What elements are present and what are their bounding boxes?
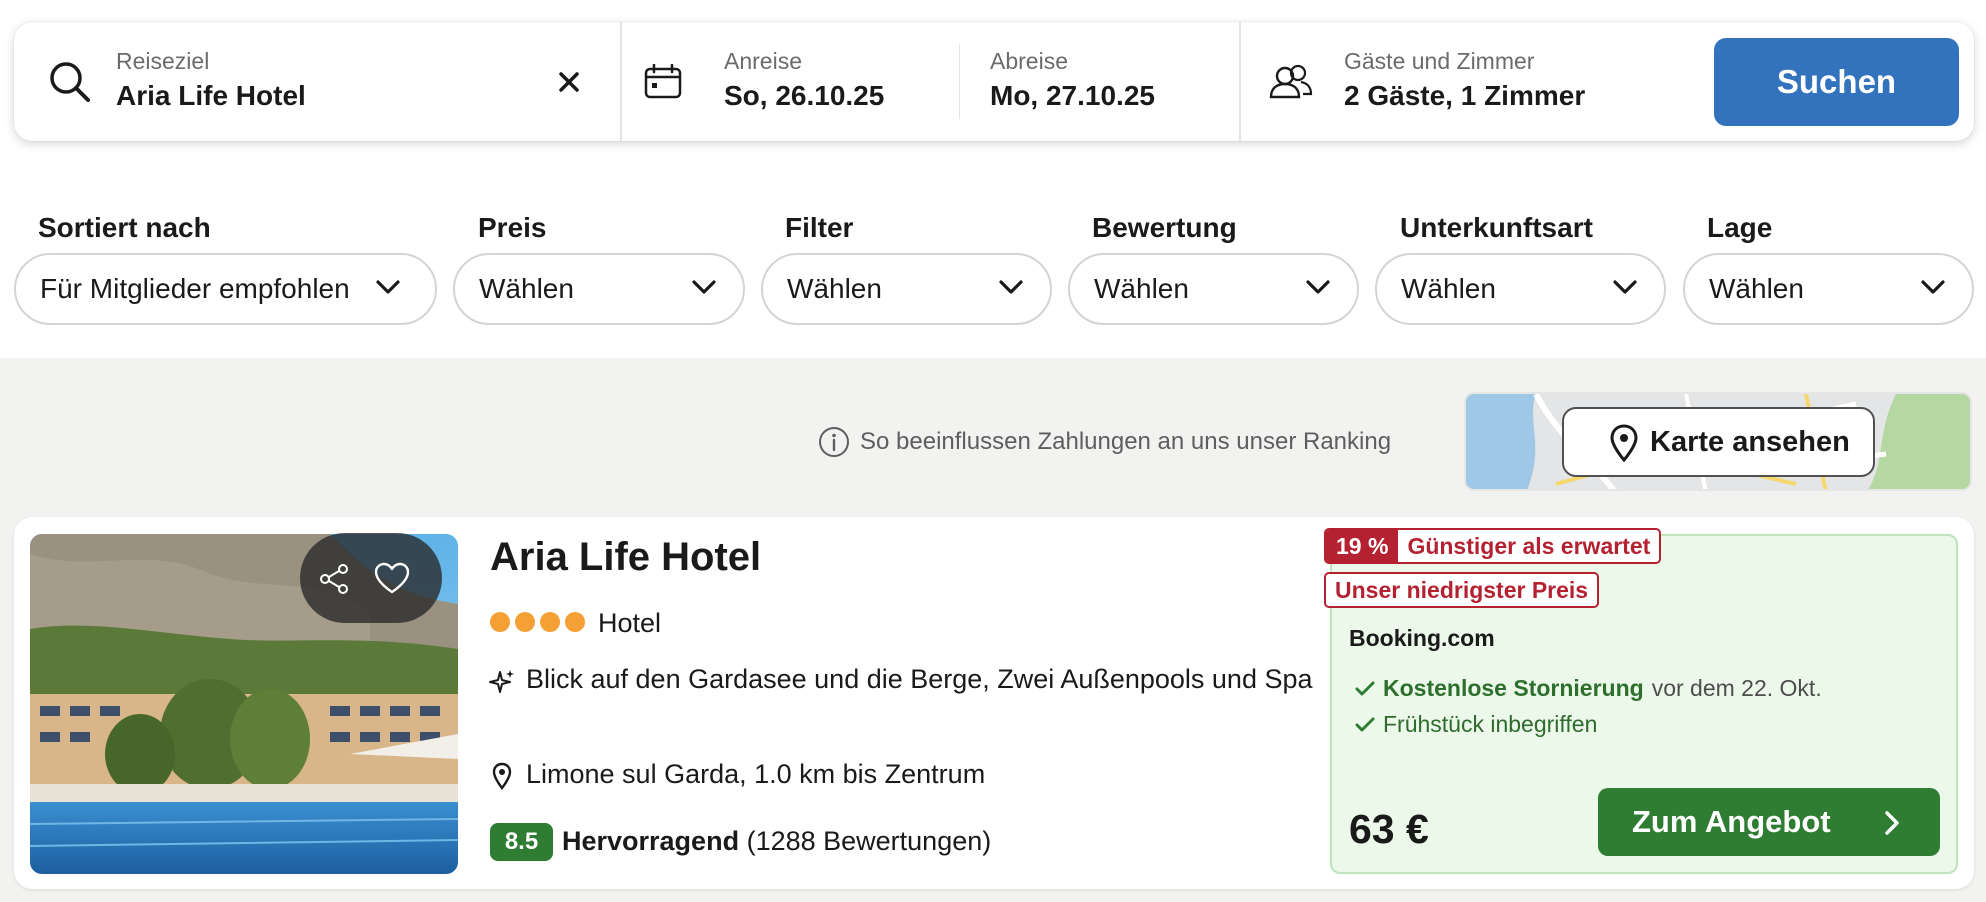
search-bar: Reiseziel Aria Life Hotel Anreise So, 26…: [14, 22, 1974, 141]
hotel-name[interactable]: Aria Life Hotel: [490, 535, 761, 580]
clear-icon[interactable]: [557, 70, 581, 94]
map-button[interactable]: Karte ansehen: [1562, 407, 1875, 477]
rating-summary[interactable]: Hervorragend (1288 Bewertungen): [562, 826, 991, 857]
guests-field[interactable]: Gäste und Zimmer 2 Gäste, 1 Zimmer: [1241, 22, 1701, 141]
filter-select-value: Wählen: [787, 273, 882, 304]
offer-price: 63 €: [1349, 806, 1429, 852]
sort-select[interactable]: Für Mitglieder empfohlen: [14, 253, 437, 325]
checkin-value[interactable]: So, 26.10.25: [724, 80, 884, 112]
sparkle-icon: [489, 670, 514, 693]
star-icon: [540, 612, 560, 632]
location-select-value: Wählen: [1709, 273, 1804, 304]
view-deal-button[interactable]: Zum Angebot: [1598, 788, 1940, 856]
hotel-location: Limone sul Garda, 1.0 km bis Zentrum: [526, 759, 986, 789]
search-button[interactable]: Suchen: [1714, 38, 1959, 126]
checkout-label: Abreise: [990, 48, 1068, 74]
chevron-right-icon: [1885, 811, 1899, 835]
sort-select-value: Für Mitglieder empfohlen: [40, 273, 350, 304]
property-type-select-value: Wählen: [1401, 273, 1496, 304]
map-button-label: Karte ansehen: [1650, 425, 1850, 458]
ranking-info-link[interactable]: So beeinflussen Zahlungen an uns unser R…: [818, 425, 1391, 459]
lowest-price-tag: Unser niedrigster Preis: [1324, 572, 1600, 608]
perk-cancellation-bold: Kostenlose Stornierung: [1383, 675, 1644, 701]
view-deal-label: Zum Angebot: [1632, 804, 1831, 839]
destination-value[interactable]: Aria Life Hotel: [116, 80, 306, 112]
rating-select[interactable]: Wählen: [1068, 253, 1359, 325]
location-pin-icon: [492, 762, 512, 790]
perk-breakfast-text: Frühstück inbegriffen: [1383, 711, 1598, 737]
chevron-down-icon: [376, 280, 400, 294]
chevron-down-icon: [1921, 280, 1945, 294]
hotel-type: Hotel: [598, 608, 662, 638]
rating-word: Hervorragend: [562, 826, 740, 856]
location-select[interactable]: Wählen: [1683, 253, 1974, 325]
share-icon[interactable]: [318, 563, 350, 595]
filter-label-sort: Sortiert nach: [38, 212, 211, 243]
rating-badge: 8.5: [490, 823, 553, 861]
heart-icon[interactable]: [373, 561, 411, 595]
checkout-field[interactable]: Abreise Mo, 27.10.25: [960, 22, 1254, 141]
filter-label-rating: Bewertung: [1092, 212, 1237, 243]
search-icon: [50, 62, 90, 102]
perk-cancellation-date: vor dem 22. Okt.: [1651, 675, 1822, 701]
destination-label: Reiseziel: [116, 48, 210, 74]
chevron-down-icon: [999, 280, 1023, 294]
star-icon: [490, 612, 510, 632]
rating-select-value: Wählen: [1094, 273, 1189, 304]
star-icon: [565, 612, 585, 632]
offer-provider: Booking.com: [1349, 625, 1495, 651]
calendar-icon: [644, 64, 682, 99]
perk-free-cancellation: Kostenlose Stornierung vor dem 22. Okt.: [1355, 675, 1822, 702]
guests-label: Gäste und Zimmer: [1344, 48, 1535, 74]
discount-tag: 19 % Günstiger als erwartet: [1324, 528, 1662, 564]
check-icon: [1355, 717, 1375, 731]
rating-count: (1288 Bewertungen): [746, 826, 992, 856]
chevron-down-icon: [1613, 280, 1637, 294]
image-actions: [300, 533, 442, 623]
chevron-down-icon: [1306, 280, 1330, 294]
price-select[interactable]: Wählen: [453, 253, 745, 325]
checkin-field[interactable]: Anreise So, 26.10.25: [622, 22, 962, 141]
guests-icon: [1269, 64, 1313, 99]
filter-select[interactable]: Wählen: [761, 253, 1052, 325]
filter-label-location: Lage: [1707, 212, 1773, 243]
price-select-value: Wählen: [479, 273, 574, 304]
ranking-info-text: So beeinflussen Zahlungen an uns unser R…: [860, 428, 1392, 455]
destination-field[interactable]: Reiseziel Aria Life Hotel: [14, 22, 621, 141]
star-rating: [490, 612, 585, 632]
filter-label-property-type: Unterkunftsart: [1400, 212, 1593, 243]
checkin-label: Anreise: [724, 48, 802, 74]
guests-value[interactable]: 2 Gäste, 1 Zimmer: [1344, 80, 1585, 112]
hotel-feature: Blick auf den Gardasee und die Berge, Zw…: [526, 664, 1313, 694]
filter-label-price: Preis: [478, 212, 547, 243]
checkout-value[interactable]: Mo, 27.10.25: [990, 80, 1155, 112]
discount-text: Günstiger als erwartet: [1407, 532, 1651, 559]
location-pin-icon: [1610, 424, 1638, 462]
chevron-down-icon: [692, 280, 716, 294]
star-icon: [515, 612, 535, 632]
info-icon: [819, 427, 849, 457]
lowest-price-text: Unser niedrigster Preis: [1335, 576, 1589, 603]
filter-label-filter: Filter: [785, 212, 854, 243]
discount-percent: 19 %: [1326, 530, 1399, 562]
check-icon: [1355, 681, 1375, 695]
property-type-select[interactable]: Wählen: [1375, 253, 1666, 325]
perk-breakfast: Frühstück inbegriffen: [1355, 711, 1597, 738]
